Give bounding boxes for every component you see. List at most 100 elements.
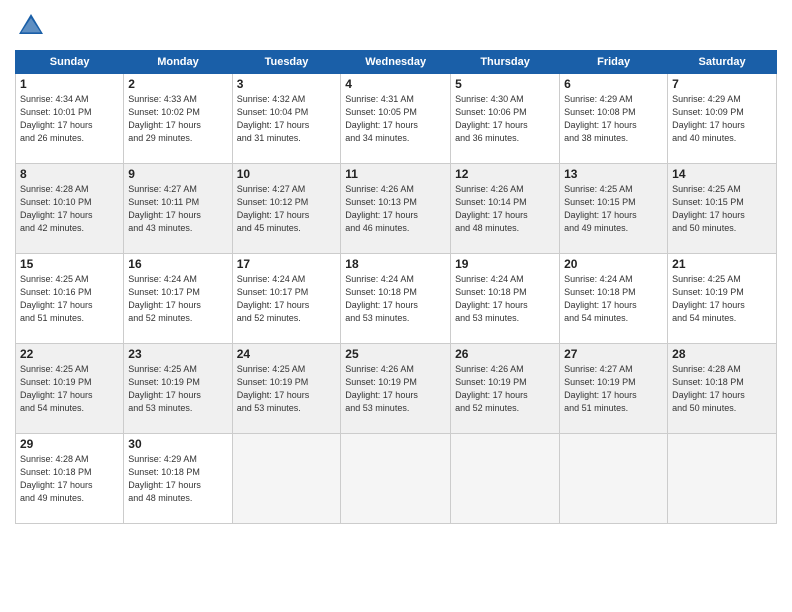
day-number: 18 — [345, 257, 446, 271]
day-info: Sunrise: 4:25 AM Sunset: 10:15 PM Daylig… — [672, 183, 772, 235]
col-monday: Monday — [124, 51, 232, 74]
calendar-cell — [341, 434, 451, 524]
day-info: Sunrise: 4:24 AM Sunset: 10:18 PM Daylig… — [564, 273, 663, 325]
page: Sunday Monday Tuesday Wednesday Thursday… — [0, 0, 792, 612]
day-number: 7 — [672, 77, 772, 91]
day-info: Sunrise: 4:28 AM Sunset: 10:10 PM Daylig… — [20, 183, 119, 235]
calendar-cell: 2Sunrise: 4:33 AM Sunset: 10:02 PM Dayli… — [124, 74, 232, 164]
calendar-cell — [451, 434, 560, 524]
day-info: Sunrise: 4:27 AM Sunset: 10:12 PM Daylig… — [237, 183, 337, 235]
calendar-cell: 27 Sunrise: 4:27 AM Sunset: 10:19 PM Dayl… — [560, 344, 668, 434]
day-number: 26 — [455, 347, 555, 361]
day-number: 10 — [237, 167, 337, 181]
calendar-cell: 25 Sunrise: 4:26 AM Sunset: 10:19 PM Dayl… — [341, 344, 451, 434]
calendar-cell: 6 Sunrise: 4:29 AM Sunset: 10:08 PM Dayli… — [560, 74, 668, 164]
calendar-cell — [560, 434, 668, 524]
day-info: Sunrise: 4:29 AM Sunset: 10:08 PM Daylig… — [564, 93, 663, 145]
day-number: 27 — [564, 347, 663, 361]
day-info: Sunrise: 4:25 AM Sunset: 10:19 PM Daylig… — [672, 273, 772, 325]
calendar-cell: 24Sunrise: 4:25 AM Sunset: 10:19 PM Dayl… — [232, 344, 341, 434]
calendar-table: Sunday Monday Tuesday Wednesday Thursday… — [15, 50, 777, 524]
calendar-cell: 21 Sunrise: 4:25 AM Sunset: 10:19 PM Dayl… — [668, 254, 777, 344]
day-number: 23 — [128, 347, 227, 361]
calendar-cell: 23 Sunrise: 4:25 AM Sunset: 10:19 PM Dayl… — [124, 344, 232, 434]
calendar-week-row: 8 Sunrise: 4:28 AM Sunset: 10:10 PM Dayli… — [16, 164, 777, 254]
day-number: 19 — [455, 257, 555, 271]
calendar-cell: 29 Sunrise: 4:28 AM Sunset: 10:18 PM Dayl… — [16, 434, 124, 524]
day-info: Sunrise: 4:27 AM Sunset: 10:11 PM Daylig… — [128, 183, 227, 235]
calendar-cell: 28 Sunrise: 4:28 AM Sunset: 10:18 PM Dayl… — [668, 344, 777, 434]
day-info: Sunrise: 4:26 AM Sunset: 10:14 PM Daylig… — [455, 183, 555, 235]
day-info: Sunrise: 4:26 AM Sunset: 10:13 PM Daylig… — [345, 183, 446, 235]
day-info: Sunrise: 4:33 AM Sunset: 10:02 PM Daylig… — [128, 93, 227, 145]
day-info: Sunrise: 4:24 AM Sunset: 10:17 PM Daylig… — [128, 273, 227, 325]
calendar-cell: 22 Sunrise: 4:25 AM Sunset: 10:19 PM Dayl… — [16, 344, 124, 434]
day-info: Sunrise: 4:30 AM Sunset: 10:06 PM Daylig… — [455, 93, 555, 145]
logo — [15, 10, 51, 42]
day-number: 21 — [672, 257, 772, 271]
col-sunday: Sunday — [16, 51, 124, 74]
logo-icon — [15, 10, 47, 42]
day-number: 24 — [237, 347, 337, 361]
day-info: Sunrise: 4:27 AM Sunset: 10:19 PM Daylig… — [564, 363, 663, 415]
day-info: Sunrise: 4:26 AM Sunset: 10:19 PM Daylig… — [455, 363, 555, 415]
calendar-cell: 13 Sunrise: 4:25 AM Sunset: 10:15 PM Dayl… — [560, 164, 668, 254]
col-wednesday: Wednesday — [341, 51, 451, 74]
calendar-cell: 3Sunrise: 4:32 AM Sunset: 10:04 PM Dayli… — [232, 74, 341, 164]
calendar-cell: 7 Sunrise: 4:29 AM Sunset: 10:09 PM Dayli… — [668, 74, 777, 164]
day-info: Sunrise: 4:25 AM Sunset: 10:16 PM Daylig… — [20, 273, 119, 325]
day-number: 28 — [672, 347, 772, 361]
day-info: Sunrise: 4:25 AM Sunset: 10:19 PM Daylig… — [128, 363, 227, 415]
day-number: 30 — [128, 437, 227, 451]
day-number: 13 — [564, 167, 663, 181]
day-info: Sunrise: 4:25 AM Sunset: 10:15 PM Daylig… — [564, 183, 663, 235]
day-number: 11 — [345, 167, 446, 181]
calendar-cell: 14 Sunrise: 4:25 AM Sunset: 10:15 PM Dayl… — [668, 164, 777, 254]
calendar-cell: 1 Sunrise: 4:34 AM Sunset: 10:01 PM Dayli… — [16, 74, 124, 164]
day-info: Sunrise: 4:29 AM Sunset: 10:09 PM Daylig… — [672, 93, 772, 145]
day-number: 16 — [128, 257, 227, 271]
calendar-week-row: 22 Sunrise: 4:25 AM Sunset: 10:19 PM Dayl… — [16, 344, 777, 434]
day-number: 22 — [20, 347, 119, 361]
calendar-cell — [668, 434, 777, 524]
day-number: 8 — [20, 167, 119, 181]
calendar-week-row: 29 Sunrise: 4:28 AM Sunset: 10:18 PM Dayl… — [16, 434, 777, 524]
header — [15, 10, 777, 42]
day-info: Sunrise: 4:26 AM Sunset: 10:19 PM Daylig… — [345, 363, 446, 415]
day-info: Sunrise: 4:24 AM Sunset: 10:18 PM Daylig… — [345, 273, 446, 325]
day-number: 25 — [345, 347, 446, 361]
day-number: 6 — [564, 77, 663, 91]
day-info: Sunrise: 4:25 AM Sunset: 10:19 PM Daylig… — [20, 363, 119, 415]
day-info: Sunrise: 4:24 AM Sunset: 10:17 PM Daylig… — [237, 273, 337, 325]
day-number: 1 — [20, 77, 119, 91]
day-info: Sunrise: 4:34 AM Sunset: 10:01 PM Daylig… — [20, 93, 119, 145]
day-number: 20 — [564, 257, 663, 271]
calendar-cell: 9 Sunrise: 4:27 AM Sunset: 10:11 PM Dayli… — [124, 164, 232, 254]
calendar-cell: 20 Sunrise: 4:24 AM Sunset: 10:18 PM Dayl… — [560, 254, 668, 344]
day-info: Sunrise: 4:28 AM Sunset: 10:18 PM Daylig… — [672, 363, 772, 415]
calendar-week-row: 1 Sunrise: 4:34 AM Sunset: 10:01 PM Dayli… — [16, 74, 777, 164]
calendar-cell: 17 Sunrise: 4:24 AM Sunset: 10:17 PM Dayl… — [232, 254, 341, 344]
day-info: Sunrise: 4:31 AM Sunset: 10:05 PM Daylig… — [345, 93, 446, 145]
calendar-header-row: Sunday Monday Tuesday Wednesday Thursday… — [16, 51, 777, 74]
calendar-week-row: 15 Sunrise: 4:25 AM Sunset: 10:16 PM Dayl… — [16, 254, 777, 344]
day-number: 9 — [128, 167, 227, 181]
day-info: Sunrise: 4:28 AM Sunset: 10:18 PM Daylig… — [20, 453, 119, 505]
day-number: 14 — [672, 167, 772, 181]
col-saturday: Saturday — [668, 51, 777, 74]
day-number: 4 — [345, 77, 446, 91]
day-number: 17 — [237, 257, 337, 271]
day-number: 12 — [455, 167, 555, 181]
day-info: Sunrise: 4:24 AM Sunset: 10:18 PM Daylig… — [455, 273, 555, 325]
calendar-cell: 15 Sunrise: 4:25 AM Sunset: 10:16 PM Dayl… — [16, 254, 124, 344]
calendar-cell — [232, 434, 341, 524]
calendar-cell: 10 Sunrise: 4:27 AM Sunset: 10:12 PM Dayl… — [232, 164, 341, 254]
day-number: 29 — [20, 437, 119, 451]
col-friday: Friday — [560, 51, 668, 74]
day-number: 15 — [20, 257, 119, 271]
day-number: 3 — [237, 77, 337, 91]
col-tuesday: Tuesday — [232, 51, 341, 74]
calendar-cell: 12 Sunrise: 4:26 AM Sunset: 10:14 PM Dayl… — [451, 164, 560, 254]
calendar-cell: 8 Sunrise: 4:28 AM Sunset: 10:10 PM Dayli… — [16, 164, 124, 254]
calendar-cell: 5Sunrise: 4:30 AM Sunset: 10:06 PM Dayli… — [451, 74, 560, 164]
